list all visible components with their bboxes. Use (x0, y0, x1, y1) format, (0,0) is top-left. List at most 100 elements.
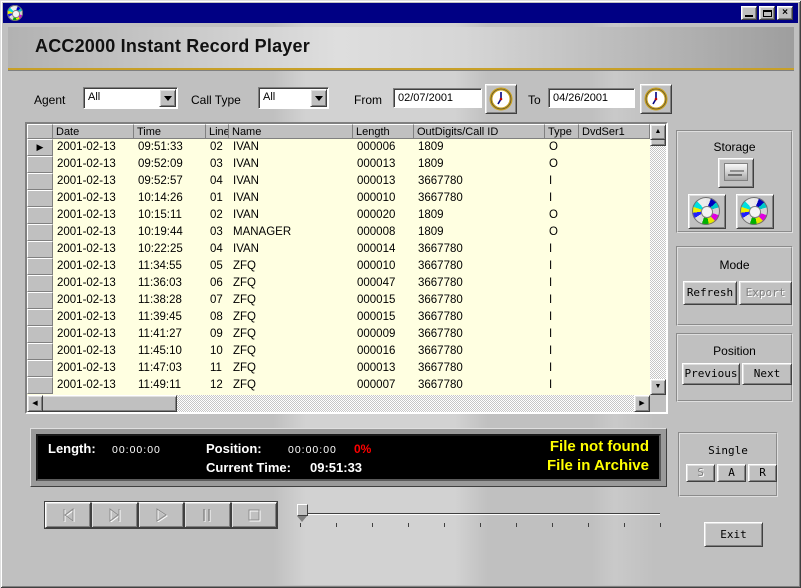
export-button[interactable]: Export (739, 281, 792, 305)
next-track-icon (104, 508, 126, 522)
single-group: Single S A R (678, 432, 778, 497)
table-cell: 000016 (353, 343, 414, 360)
table-row[interactable]: 2001-02-1311:39:4508ZFQ0000153667780I (27, 309, 650, 326)
column-header-line[interactable]: Line (206, 124, 229, 139)
row-selector[interactable] (27, 360, 53, 377)
refresh-button[interactable]: Refresh (683, 281, 737, 305)
table-cell: I (545, 258, 579, 275)
table-row[interactable]: ▶2001-02-1309:51:3302IVAN0000061809O (27, 139, 650, 156)
single-a-button[interactable]: A (717, 464, 746, 482)
table-row[interactable]: 2001-02-1309:52:0903IVAN0000131809O (27, 156, 650, 173)
previous-button[interactable]: Previous (682, 363, 740, 385)
seek-slider[interactable] (294, 502, 664, 528)
table-row[interactable]: 2001-02-1311:38:2807ZFQ0000153667780I (27, 292, 650, 309)
table-cell (579, 224, 650, 241)
row-selector[interactable]: ▶ (27, 139, 53, 156)
column-header-type[interactable]: Type (545, 124, 579, 139)
table-row[interactable]: 2001-02-1309:52:5704IVAN0000133667780I (27, 173, 650, 190)
minimize-button[interactable] (741, 6, 757, 20)
table-cell: 3667780 (414, 275, 545, 292)
pause-button[interactable] (184, 502, 230, 528)
table-row[interactable]: 2001-02-1311:47:0311ZFQ0000133667780I (27, 360, 650, 377)
previous-record-button[interactable] (45, 502, 91, 528)
table-cell: 1809 (414, 207, 545, 224)
call-type-label: Call Type (191, 93, 241, 107)
row-selector[interactable] (27, 309, 53, 326)
table-cell: 2001-02-13 (53, 190, 134, 207)
scroll-right-button[interactable]: ▶ (634, 395, 650, 412)
scroll-up-button[interactable]: ▲ (650, 124, 666, 140)
table-cell: IVAN (229, 190, 353, 207)
column-header-date[interactable]: Date (53, 124, 134, 139)
row-selector[interactable] (27, 241, 53, 258)
stop-icon (243, 508, 265, 522)
column-header-dvdser1[interactable]: DvdSer1 (579, 124, 650, 139)
position-value: 00:00:00 (288, 444, 337, 456)
next-button[interactable]: Next (742, 363, 792, 385)
table-cell: I (545, 292, 579, 309)
scroll-left-button[interactable]: ◀ (27, 395, 43, 412)
column-header-outdigits-call-id[interactable]: OutDigits/Call ID (414, 124, 545, 139)
table-cell: ZFQ (229, 377, 353, 394)
column-header-length[interactable]: Length (353, 124, 414, 139)
drive-storage-button[interactable] (718, 158, 754, 188)
agent-dropdown-button[interactable] (159, 89, 176, 107)
column-header-time[interactable]: Time (134, 124, 206, 139)
maximize-button[interactable] (759, 6, 775, 20)
table-row[interactable]: 2001-02-1311:34:5505ZFQ0000103667780I (27, 258, 650, 275)
clock-icon (644, 87, 668, 111)
table-row[interactable]: 2001-02-1311:49:1112ZFQ0000073667780I (27, 377, 650, 394)
slider-thumb-icon (297, 516, 307, 522)
table-row[interactable]: 2001-02-1310:19:4403MANAGER0000081809O (27, 224, 650, 241)
single-r-button[interactable]: R (748, 464, 777, 482)
maximize-icon (763, 10, 772, 17)
from-calendar-button[interactable] (485, 84, 517, 114)
table-row[interactable]: 2001-02-1310:22:2504IVAN0000143667780I (27, 241, 650, 258)
table-cell: 11:38:28 (134, 292, 206, 309)
scroll-down-button[interactable]: ▼ (650, 379, 666, 395)
row-selector[interactable] (27, 224, 53, 241)
to-date-input[interactable]: 04/26/2001 (548, 88, 635, 108)
table-cell: 11:45:10 (134, 343, 206, 360)
next-record-button[interactable] (91, 502, 137, 528)
row-selector[interactable] (27, 292, 53, 309)
row-selector[interactable] (27, 207, 53, 224)
call-type-select[interactable]: All (258, 87, 329, 109)
title-bar[interactable]: × (3, 3, 798, 23)
slider-tick (372, 523, 373, 527)
row-selector[interactable] (27, 173, 53, 190)
row-selector[interactable] (27, 343, 53, 360)
close-button[interactable]: × (777, 6, 793, 20)
cd-storage-button-2[interactable] (736, 194, 774, 229)
stop-button[interactable] (231, 502, 277, 528)
status-file-not-found: File not found (550, 438, 649, 455)
row-selector[interactable] (27, 190, 53, 207)
row-selector[interactable] (27, 275, 53, 292)
row-selector[interactable] (27, 377, 53, 394)
table-cell: 1809 (414, 156, 545, 173)
table-cell: 10:22:25 (134, 241, 206, 258)
table-row[interactable]: 2001-02-1310:15:1102IVAN0000201809O (27, 207, 650, 224)
row-selector[interactable] (27, 156, 53, 173)
play-button[interactable] (138, 502, 184, 528)
table-row[interactable]: 2001-02-1311:45:1010ZFQ0000163667780I (27, 343, 650, 360)
slider-thumb[interactable] (297, 504, 308, 522)
row-selector[interactable] (27, 258, 53, 275)
to-calendar-button[interactable] (640, 84, 672, 114)
single-s-button[interactable]: S (686, 464, 715, 482)
status-file-in-archive: File in Archive (547, 457, 649, 474)
agent-select[interactable]: All (83, 87, 178, 109)
column-header-name[interactable]: Name (229, 124, 353, 139)
cd-storage-button-1[interactable] (688, 194, 726, 229)
table-row[interactable]: 2001-02-1311:41:2709ZFQ0000093667780I (27, 326, 650, 343)
horizontal-scroll-thumb[interactable] (27, 395, 177, 412)
table-cell: MANAGER (229, 224, 353, 241)
exit-button[interactable]: Exit (704, 522, 763, 547)
table-row[interactable]: 2001-02-1311:36:0306ZFQ0000473667780I (27, 275, 650, 292)
table-row[interactable]: 2001-02-1310:14:2601IVAN0000103667780I (27, 190, 650, 207)
vertical-scrollbar[interactable]: ▲ ▼ (650, 124, 666, 395)
call-type-dropdown-button[interactable] (310, 89, 327, 107)
from-date-input[interactable]: 02/07/2001 (393, 88, 482, 108)
horizontal-scrollbar[interactable]: ◀ ▶ (27, 395, 650, 412)
row-selector[interactable] (27, 326, 53, 343)
